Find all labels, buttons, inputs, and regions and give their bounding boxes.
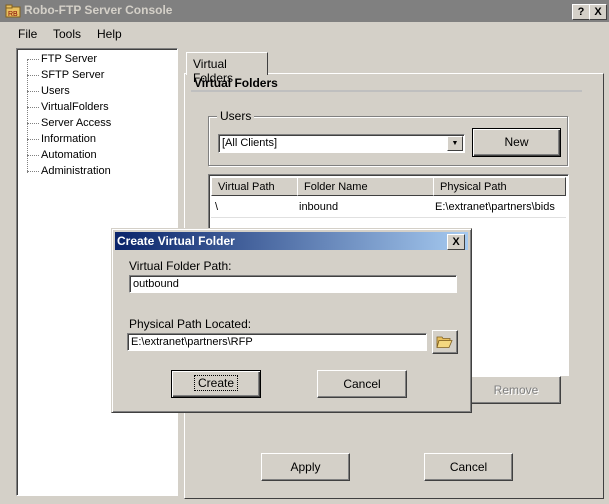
window-title: Robo-FTP Server Console	[24, 3, 173, 17]
tree-branch	[27, 171, 39, 172]
virtual-path-label: Virtual Folder Path:	[129, 259, 232, 273]
column-header-physical-path[interactable]: Physical Path	[433, 177, 566, 196]
tree-item-users[interactable]: Users	[41, 85, 70, 97]
tree-branch	[27, 107, 39, 108]
dialog-title-bar[interactable]: Create Virtual Folder X	[115, 232, 468, 250]
column-label: Physical Path	[440, 181, 507, 193]
table-cell-virtual-path[interactable]: \	[215, 201, 218, 213]
tree-branch	[27, 59, 39, 60]
dialog-title: Create Virtual Folder	[117, 234, 235, 248]
column-label: Virtual Path	[218, 181, 275, 193]
menu-help[interactable]: Help	[97, 27, 122, 41]
table-row-divider	[211, 217, 566, 218]
table-cell-folder-name[interactable]: inbound	[299, 201, 338, 213]
column-header-virtual-path[interactable]: Virtual Path	[211, 177, 299, 196]
tree-item-administration[interactable]: Administration	[41, 165, 111, 177]
tree-item-automation[interactable]: Automation	[41, 149, 97, 161]
tree-branch	[27, 123, 39, 124]
menu-bar: File Tools Help	[0, 22, 609, 44]
window-title-bar[interactable]: RB Robo-FTP Server Console ? X	[0, 0, 609, 22]
create-button-label: Create	[193, 375, 239, 391]
virtual-path-input[interactable]: outbound	[129, 275, 457, 293]
tab-label: Virtual Folders	[193, 57, 234, 85]
chevron-down-icon[interactable]: ▼	[447, 136, 463, 151]
physical-path-label: Physical Path Located:	[129, 317, 252, 331]
users-group-label: Users	[217, 109, 255, 123]
tree-item-server-access[interactable]: Server Access	[41, 117, 111, 129]
create-virtual-folder-dialog: Create Virtual Folder X Virtual Folder P…	[111, 228, 472, 413]
column-label: Folder Name	[304, 181, 368, 193]
create-button[interactable]: Create	[171, 370, 261, 398]
tree-item-information[interactable]: Information	[41, 133, 96, 145]
apply-button[interactable]: Apply	[261, 453, 350, 481]
physical-path-input[interactable]: E:\extranet\partners\RFP	[127, 333, 427, 351]
tree-item-ftp-server[interactable]: FTP Server	[41, 53, 97, 65]
browse-folder-button[interactable]	[432, 330, 458, 354]
tree-branch	[27, 139, 39, 140]
menu-file[interactable]: File	[18, 27, 37, 41]
column-header-folder-name[interactable]: Folder Name	[297, 177, 435, 196]
dialog-cancel-button[interactable]: Cancel	[317, 370, 407, 398]
dialog-close-button[interactable]: X	[447, 234, 465, 250]
app-icon: RB	[5, 4, 21, 18]
tree-branch	[27, 91, 39, 92]
svg-text:RB: RB	[8, 11, 18, 18]
close-button[interactable]: X	[589, 4, 607, 20]
new-button[interactable]: New	[472, 128, 561, 157]
cancel-button[interactable]: Cancel	[424, 453, 513, 481]
users-dropdown-value: [All Clients]	[222, 137, 278, 149]
tab-virtual-folders[interactable]: Virtual Folders	[186, 52, 268, 85]
tree-item-virtual-folders[interactable]: VirtualFolders	[41, 101, 109, 113]
tree-item-sftp-server[interactable]: SFTP Server	[41, 69, 104, 81]
help-button[interactable]: ?	[572, 4, 590, 20]
tree-branch	[27, 75, 39, 76]
users-dropdown[interactable]: [All Clients] ▼	[218, 134, 465, 153]
physical-path-value: E:\extranet\partners\RFP	[131, 336, 253, 348]
table-cell-physical-path[interactable]: E:\extranet\partners\bids	[435, 201, 555, 213]
folder-open-icon	[436, 336, 453, 348]
tree-branch	[27, 155, 39, 156]
remove-button[interactable]: Remove	[471, 376, 561, 404]
menu-tools[interactable]: Tools	[53, 27, 81, 41]
virtual-path-value: outbound	[133, 278, 179, 290]
